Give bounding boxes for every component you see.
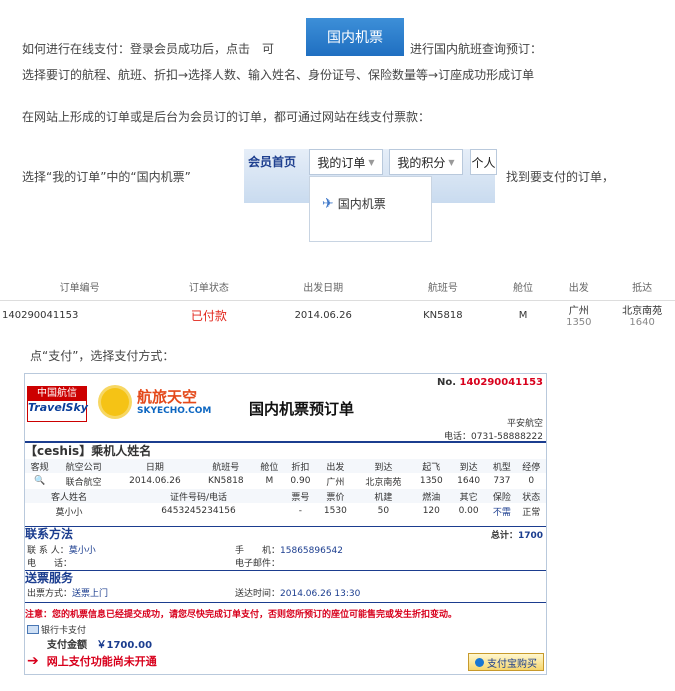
contact-name-field: 联 系 人：莫小小 xyxy=(27,546,96,556)
col-to: 抵达 xyxy=(609,272,675,301)
online-pay-status: ➔ 网上支付功能尚未开通 xyxy=(27,653,157,669)
ticket-title: 国内机票预订单 xyxy=(249,400,355,418)
table-row[interactable]: 140290041153 已付款 2014.06.26 KN5818 M 广州 1… xyxy=(0,301,675,330)
sun-icon xyxy=(101,388,129,416)
intro-line1-suffix: 进行国内航班查询预订： xyxy=(410,42,543,56)
intro-line1: 如何进行在线支付：登录会员成功后，点击 可 xyxy=(22,42,275,56)
col-order-no: 订单编号 xyxy=(0,272,160,301)
orders-table: 订单编号 订单状态 出发日期 航班号 舱位 出发 抵达 140290041153… xyxy=(0,272,675,328)
delivery-method: 出票方式：送票上门 xyxy=(27,589,109,599)
bank-card-icon xyxy=(27,625,39,634)
domestic-flight-button[interactable]: 国内机票 xyxy=(306,18,404,56)
submit-notice: 注意：您的机票信息已经提交成功，请您尽快完成订单支付，否则您所预订的座位可能售完… xyxy=(25,610,458,620)
col-status: 订单状态 xyxy=(159,272,259,301)
alipay-icon xyxy=(475,657,484,667)
airplane-icon: ✈ xyxy=(322,195,334,212)
status-badge: 已付款 xyxy=(190,308,227,323)
dropdown-domestic-flight[interactable]: ✈ 国内机票 xyxy=(322,195,386,212)
pay-amount: 支付金额 ￥1700.00 xyxy=(47,640,153,651)
travelsky-logo: 中国航信 TravelSky xyxy=(27,386,88,422)
ticket-order-card: 中国航信 TravelSky 航旅天空 SKYECHO.COM 国内机票预订单 … xyxy=(24,373,547,675)
nav-personal[interactable]: 个人 xyxy=(470,149,497,175)
flight-info-table: 客规 航空公司 日期 航班号 舱位 折扣 出发 到达 起飞 到达 机型 经停 🔍… xyxy=(25,459,546,519)
chevron-down-icon: ▼ xyxy=(448,157,455,167)
orders-dropdown: ✈ 国内机票 xyxy=(309,176,432,242)
delivery-time: 送达时间：2014.06.26 13:30 xyxy=(235,589,361,599)
intro-line4-suffix: 找到要支付的订单， xyxy=(506,170,615,184)
passenger-section-header: 【ceshis】乘机人姓名 xyxy=(25,441,546,460)
nav-my-points[interactable]: 我的积分 ▼ xyxy=(389,149,463,175)
nav-my-orders[interactable]: 我的订单 ▼ xyxy=(309,149,383,175)
search-icon[interactable]: 🔍 xyxy=(25,473,54,489)
passenger-row: 莫小小 6453245234156 - 1530 50 120 0.00 不需 … xyxy=(55,506,541,518)
col-date: 出发日期 xyxy=(258,272,388,301)
delivery-section-header: 送票服务 xyxy=(25,570,546,585)
intro-line3: 在网站上形成的订单或是后台为会员订的订单，都可通过网站在线支付票款： xyxy=(22,110,431,124)
col-cabin: 舱位 xyxy=(497,272,549,301)
flight-row: 🔍 联合航空 2014.06.26 KN5818 M 0.90 广州 北京南苑 … xyxy=(25,473,546,489)
col-from: 出发 xyxy=(548,272,610,301)
ticket-agency: 平安航空 xyxy=(506,419,543,429)
nav-member-home[interactable]: 会员首页 xyxy=(244,149,300,173)
email-field: 电子邮件： xyxy=(235,559,281,569)
intro-line2: 选择要订的航程、航班、折扣→选择人数、输入姓名、身份证号、保险数量等→订座成功形… xyxy=(22,68,535,82)
ticket-order-no: No. 140290041153 xyxy=(436,377,543,388)
mobile-field: 手 机：15865896542 xyxy=(235,546,344,556)
skyecho-logo: 航旅天空 SKYECHO.COM xyxy=(101,386,211,422)
alipay-button[interactable]: 支付宝购买 xyxy=(468,653,544,671)
bank-card-option[interactable]: 银行卡支付 xyxy=(27,623,86,636)
tel-field: 电 话： xyxy=(27,559,73,569)
intro-line4: 选择“我的订单”中的“国内机票” xyxy=(22,170,191,184)
col-flight: 航班号 xyxy=(388,272,498,301)
payment-panel: 注意：您的机票信息已经提交成功，请您尽快完成订单支付，否则您所预订的座位可能售完… xyxy=(25,602,546,673)
step-text: 点“支付”，选择支付方式： xyxy=(30,349,175,363)
arrow-right-icon: ➔ xyxy=(27,653,39,669)
total-amount: 总计：1700 xyxy=(490,531,543,541)
chevron-down-icon: ▼ xyxy=(368,157,375,167)
contact-section-header: 联系方法 xyxy=(25,526,546,541)
